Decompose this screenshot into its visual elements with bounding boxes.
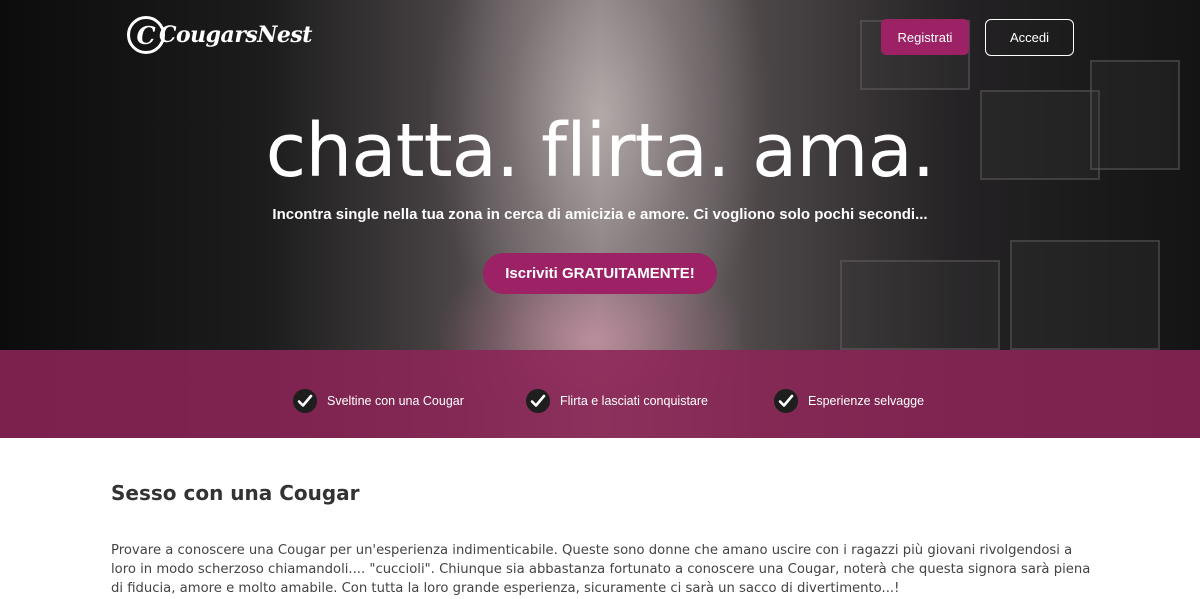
feature-item: Sveltine con una Cougar — [293, 388, 464, 414]
check-icon — [774, 389, 798, 413]
feature-label: Flirta e lasciati conquistare — [560, 394, 708, 408]
feature-item: Flirta e lasciati conquistare — [526, 388, 708, 414]
section-body: Provare a conoscere una Cougar per un'es… — [111, 543, 1091, 596]
feature-item: Esperienze selvagge — [774, 388, 924, 414]
check-icon — [293, 389, 317, 413]
signup-free-button[interactable]: Iscriviti GRATUITAMENTE! — [483, 253, 717, 294]
logo[interactable]: C CougarsNest — [127, 13, 312, 57]
section-title: Sesso con una Cougar — [111, 481, 360, 505]
check-icon — [526, 389, 550, 413]
background-cabinet — [1010, 240, 1160, 350]
hero-headline: chatta. flirta. ama. — [265, 108, 936, 194]
feature-label: Esperienze selvagge — [808, 394, 925, 408]
register-button[interactable]: Registrati — [881, 19, 969, 55]
logo-text: CougarsNest — [159, 22, 312, 48]
feature-label: Sveltine con una Cougar — [327, 394, 464, 408]
login-button[interactable]: Accedi — [985, 19, 1074, 56]
hero-subheadline: Incontra single nella tua zona in cerca … — [272, 206, 928, 223]
background-cabinet — [840, 260, 1000, 350]
